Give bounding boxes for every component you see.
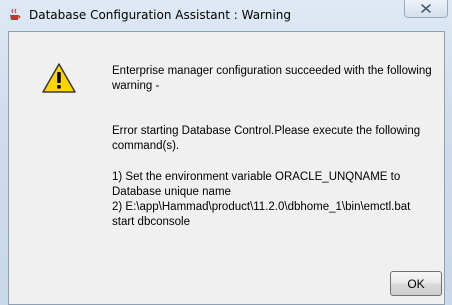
message-summary: Enterprise manager configuration succeed… bbox=[112, 65, 432, 92]
message-error: Error starting Database Control.Please e… bbox=[112, 125, 421, 152]
window-title: Database Configuration Assistant : Warni… bbox=[29, 8, 291, 22]
ok-button[interactable]: OK bbox=[390, 271, 442, 296]
close-icon bbox=[421, 4, 431, 13]
dialog-content: Enterprise manager configuration succeed… bbox=[8, 31, 445, 305]
close-button[interactable] bbox=[404, 0, 448, 18]
warning-message: Enterprise manager configuration succeed… bbox=[112, 64, 432, 230]
dialog-window: Database Configuration Assistant : Warni… bbox=[0, 0, 452, 305]
app-icon bbox=[8, 8, 21, 21]
message-commands: 1) Set the environment variable ORACLE_U… bbox=[112, 171, 411, 228]
title-bar[interactable]: Database Configuration Assistant : Warni… bbox=[0, 0, 452, 30]
warning-icon bbox=[41, 62, 77, 94]
